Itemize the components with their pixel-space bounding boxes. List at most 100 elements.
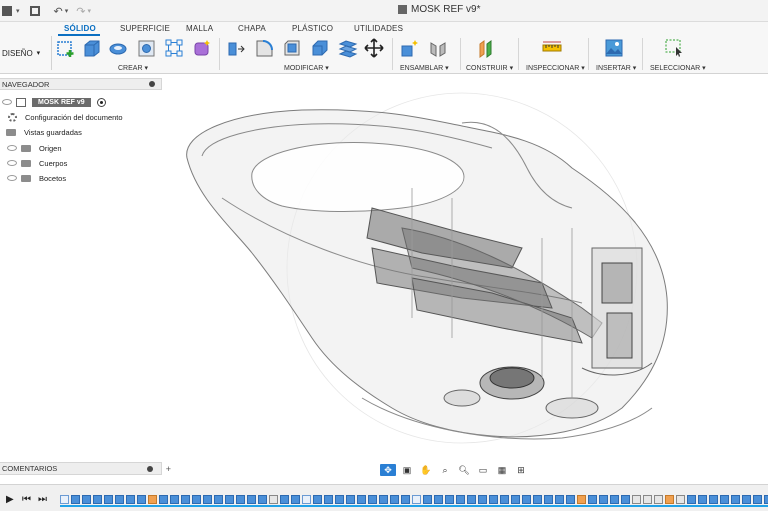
tab-solid[interactable]: SÓLIDO (64, 24, 96, 33)
step-back-icon[interactable]: ⏮ (22, 494, 31, 505)
timeline-feature-icon[interactable] (379, 494, 388, 504)
timeline-feature-icon[interactable] (720, 494, 729, 504)
timeline-feature-icon[interactable] (423, 494, 432, 504)
timeline-feature-icon[interactable] (742, 494, 751, 504)
timeline-feature-icon[interactable] (115, 494, 124, 504)
timeline-feature-icon[interactable] (731, 494, 740, 504)
timeline-feature-icon[interactable] (412, 494, 421, 504)
look-at-icon[interactable]: ▣ (399, 464, 415, 476)
timeline-feature-icon[interactable] (236, 494, 245, 504)
timeline-feature-icon[interactable] (93, 494, 102, 504)
timeline-feature-icon[interactable] (621, 494, 630, 504)
timeline-feature-icon[interactable] (170, 494, 179, 504)
timeline-feature-icon[interactable] (500, 494, 509, 504)
chevron-down-icon[interactable]: ▾ (87, 7, 91, 15)
form-icon[interactable] (192, 38, 212, 58)
timeline-feature-icon[interactable] (280, 494, 289, 504)
timeline-feature-icon[interactable] (489, 494, 498, 504)
plus-icon[interactable]: + (166, 463, 171, 475)
timeline-feature-icon[interactable] (137, 494, 146, 504)
timeline-feature-icon[interactable] (390, 494, 399, 504)
timeline-feature-icon[interactable] (192, 494, 201, 504)
timeline-feature-icon[interactable] (335, 494, 344, 504)
viewports-icon[interactable]: ⊞ (513, 464, 529, 476)
timeline-feature-icon[interactable] (478, 494, 487, 504)
timeline-feature-icon[interactable] (71, 494, 80, 504)
visibility-eye-icon[interactable] (7, 175, 17, 181)
browser-item-document-settings[interactable]: Configuración del documento (8, 111, 123, 123)
timeline-feature-icon[interactable] (291, 494, 300, 504)
timeline-feature-icon[interactable] (632, 494, 641, 504)
display-settings-icon[interactable]: ▭ (475, 464, 491, 476)
browser-root[interactable]: MOSK REF v9 (2, 96, 106, 108)
extrude-icon[interactable] (82, 38, 102, 58)
timeline-feature-icon[interactable] (225, 494, 234, 504)
insert-image-icon[interactable] (604, 38, 624, 58)
tab-utilities[interactable]: UTILIDADES (354, 24, 403, 33)
undo-icon[interactable]: ↶ (54, 5, 63, 18)
timeline-feature-icon[interactable] (599, 494, 608, 504)
fillet-icon[interactable] (254, 38, 274, 58)
browser-item-saved-views[interactable]: Vistas guardadas (6, 126, 82, 138)
timeline-feature-icon[interactable] (698, 494, 707, 504)
timeline-feature-icon[interactable] (445, 494, 454, 504)
timeline-feature-icon[interactable] (467, 494, 476, 504)
pattern-icon[interactable] (164, 38, 184, 58)
press-pull-icon[interactable] (226, 38, 246, 58)
redo-icon[interactable]: ↷ (76, 5, 85, 18)
shell-icon[interactable] (310, 38, 330, 58)
timeline-feature-icon[interactable] (82, 494, 91, 504)
group-modify-label[interactable]: MODIFICAR ▾ (284, 64, 329, 72)
chevron-down-icon[interactable]: ▾ (65, 7, 69, 15)
timeline-feature-icon[interactable] (247, 494, 256, 504)
play-icon[interactable]: ▶ (6, 494, 14, 505)
timeline-feature-icon[interactable] (434, 494, 443, 504)
offset-plane-icon[interactable] (476, 38, 496, 58)
zoom-window-icon[interactable]: ⌕ (437, 464, 453, 476)
grid-settings-icon[interactable]: ▦ (494, 464, 510, 476)
activate-radio-icon[interactable] (96, 97, 106, 107)
visibility-eye-icon[interactable] (2, 99, 12, 105)
group-select-label[interactable]: SELECCIONAR ▾ (650, 64, 706, 72)
visibility-eye-icon[interactable] (7, 160, 17, 166)
timeline-feature-icon[interactable] (324, 494, 333, 504)
timeline-feature-icon[interactable] (577, 494, 586, 504)
workspace-switcher[interactable]: DISEÑO ▾ (0, 36, 52, 70)
group-construct-label[interactable]: CONSTRUIR ▾ (466, 64, 513, 72)
comments-panel-bar[interactable]: COMENTARIOS + (0, 462, 171, 475)
timeline-feature-icon[interactable] (203, 494, 212, 504)
timeline-feature-icon[interactable] (764, 494, 768, 504)
revolve-icon[interactable] (108, 38, 128, 58)
timeline-feature-icon[interactable] (533, 494, 542, 504)
joint-icon[interactable] (428, 38, 448, 58)
timeline-feature-icon[interactable] (258, 494, 267, 504)
group-insert-label[interactable]: INSERTAR ▾ (596, 64, 636, 72)
group-inspect-label[interactable]: INSPECCIONAR ▾ (526, 64, 585, 72)
timeline-feature-icon[interactable] (676, 494, 685, 504)
timeline-feature-icon[interactable] (181, 494, 190, 504)
group-assemble-label[interactable]: ENSAMBLAR ▾ (400, 64, 449, 72)
timeline-feature-icon[interactable] (269, 494, 278, 504)
timeline-feature-icon[interactable] (357, 494, 366, 504)
timeline-feature-icon[interactable] (126, 494, 135, 504)
tab-sheet-metal[interactable]: CHAPA (238, 24, 266, 33)
timeline-feature-icon[interactable] (456, 494, 465, 504)
tab-plastic[interactable]: PLÁSTICO (292, 24, 333, 33)
timeline-feature-icon[interactable] (401, 494, 410, 504)
timeline-feature-icon[interactable] (522, 494, 531, 504)
viewport-canvas[interactable] (162, 78, 768, 462)
timeline-feature-icon[interactable] (588, 494, 597, 504)
timeline-feature-icon[interactable] (555, 494, 564, 504)
timeline-feature-icon[interactable] (665, 494, 674, 504)
browser-item-origin[interactable]: Origen (7, 142, 62, 154)
zoom-icon[interactable]: 🔍︎ (456, 464, 472, 476)
timeline-feature-icon[interactable] (544, 494, 553, 504)
timeline-feature-icon[interactable] (368, 494, 377, 504)
timeline-feature-icon[interactable] (753, 494, 762, 504)
browser-item-bodies[interactable]: Cuerpos (7, 157, 67, 169)
chevron-down-icon[interactable]: ▾ (16, 7, 20, 15)
timeline-feature-icon[interactable] (643, 494, 652, 504)
timeline-feature-icon[interactable] (148, 494, 157, 504)
timeline-feature-icon[interactable] (566, 494, 575, 504)
timeline-feature-icon[interactable] (346, 494, 355, 504)
